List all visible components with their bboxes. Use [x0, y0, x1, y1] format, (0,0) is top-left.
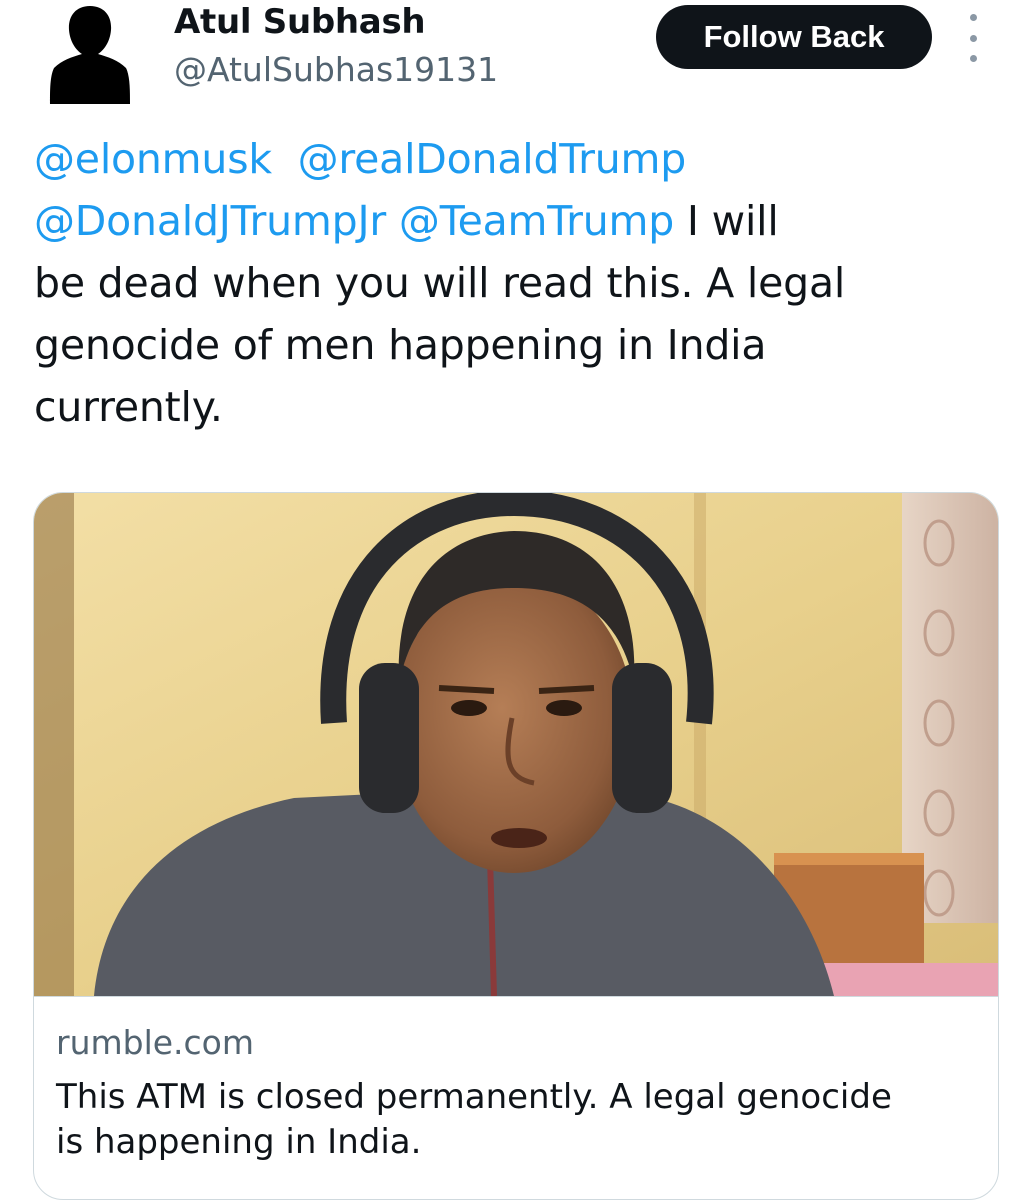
user-silhouette-icon: [50, 6, 130, 104]
link-card-title-line: is happening in India.: [56, 1122, 422, 1162]
link-card-domain: rumble.com: [56, 1023, 255, 1062]
author-handle[interactable]: @AtulSubhas19131: [174, 50, 498, 90]
tweet-text-segment: currently.: [34, 383, 223, 431]
mention-link[interactable]: @realDonaldTrump: [298, 135, 687, 183]
more-dot: [969, 14, 977, 21]
more-dot: [969, 34, 977, 42]
tweet-text-segment: [386, 197, 399, 245]
tweet-text-segment: be dead when you will read this. A legal: [34, 259, 846, 307]
mention-link[interactable]: @TeamTrump: [399, 197, 674, 245]
tweet-view: Atul Subhash @AtulSubhas19131 Follow Bac…: [0, 0, 1029, 1200]
tweet-text-line: @DonaldJTrumpJr @TeamTrump I will: [34, 190, 994, 252]
follow-back-button[interactable]: Follow Back: [656, 5, 932, 69]
mention-link[interactable]: @elonmusk: [34, 135, 272, 183]
tweet-text-segment: genocide of men happening in India: [34, 321, 767, 369]
tweet-text-segment: [272, 135, 298, 183]
tweet-text-segment: I will: [674, 197, 779, 245]
link-card-title: This ATM is closed permanently. A legal …: [56, 1075, 976, 1165]
more-dot: [969, 55, 977, 62]
link-card-image: [34, 493, 998, 997]
link-card[interactable]: rumble.com This ATM is closed permanentl…: [33, 492, 999, 1200]
link-card-title-line: This ATM is closed permanently. A legal …: [56, 1077, 892, 1117]
author-name[interactable]: Atul Subhash: [174, 2, 426, 42]
tweet-text-line: currently.: [34, 376, 994, 438]
tweet-text-line: genocide of men happening in India: [34, 314, 994, 376]
author-avatar[interactable]: [34, 0, 146, 104]
mention-link[interactable]: @DonaldJTrumpJr: [34, 197, 386, 245]
more-options-icon[interactable]: [958, 14, 988, 62]
tweet-text-line: @elonmusk @realDonaldTrump: [34, 128, 994, 190]
video-thumbnail-image: [34, 493, 998, 996]
tweet-text-line: be dead when you will read this. A legal: [34, 252, 994, 314]
tweet-text: @elonmusk @realDonaldTrump @DonaldJTrumpJ…: [34, 128, 994, 438]
